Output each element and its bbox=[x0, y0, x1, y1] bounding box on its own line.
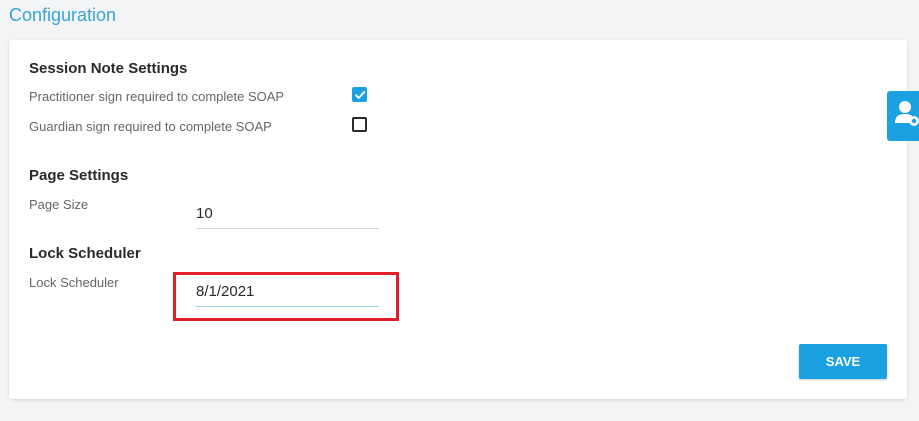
user-settings-icon bbox=[895, 101, 919, 126]
lock-scheduler-title: Lock Scheduler bbox=[29, 245, 141, 262]
page-title: Configuration bbox=[9, 5, 117, 25]
lock-scheduler-label: Lock Scheduler bbox=[29, 275, 119, 290]
practitioner-sign-label: Practitioner sign required to complete S… bbox=[29, 89, 285, 104]
checkmark-icon bbox=[355, 91, 366, 99]
page-size-input[interactable] bbox=[196, 205, 379, 222]
page-size-label: Page Size bbox=[29, 197, 89, 212]
highlight-annotation-box bbox=[173, 272, 399, 321]
save-button[interactable]: SAVE bbox=[799, 344, 887, 379]
guardian-sign-checkbox[interactable] bbox=[352, 117, 367, 132]
configuration-card: Session Note Settings Practitioner sign … bbox=[9, 40, 907, 399]
side-widget-tab[interactable] bbox=[887, 91, 919, 141]
guardian-sign-label: Guardian sign required to complete SOAP bbox=[29, 119, 272, 134]
page-settings-title: Page Settings bbox=[29, 167, 129, 184]
session-note-settings-title: Session Note Settings bbox=[29, 60, 188, 77]
page-size-field[interactable] bbox=[196, 205, 379, 229]
practitioner-sign-checkbox[interactable] bbox=[352, 87, 367, 102]
